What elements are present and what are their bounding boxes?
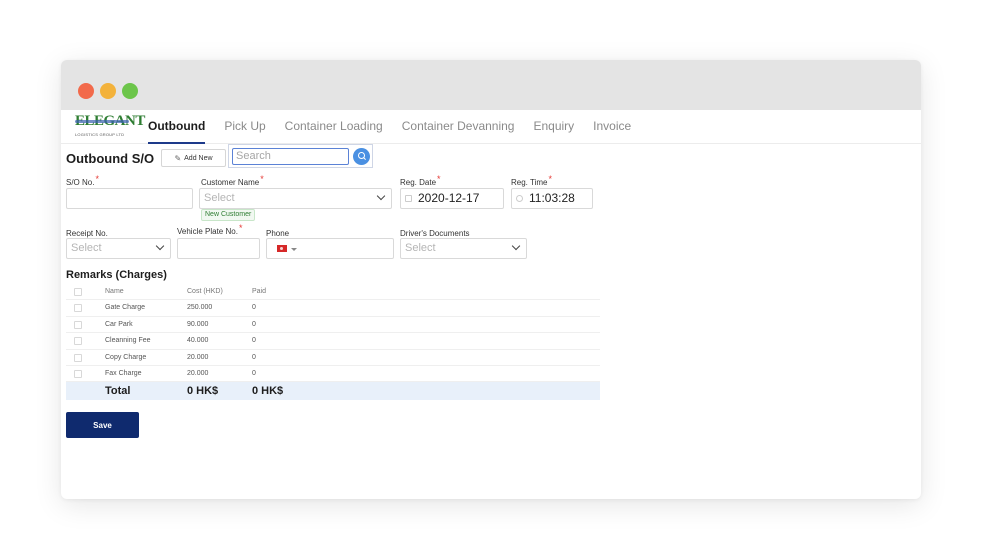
charge-paid: 0 (252, 353, 256, 361)
column-header-cost: Cost (HKD) (187, 288, 223, 295)
total-label: Total (105, 385, 131, 398)
top-navbar: ELEGANT LOGISTICS GROUP LTD Outbound Pic… (61, 110, 921, 144)
table-total-row: Total 0 HK$ 0 HK$ (66, 382, 600, 401)
table-row: Gate Charge 250.000 0 (66, 300, 600, 317)
charge-cost: 20.000 (187, 369, 209, 377)
required-mark: * (95, 174, 99, 184)
maximize-window-button[interactable] (122, 83, 138, 99)
chevron-down-icon (155, 241, 165, 251)
charge-cost: 90.000 (187, 320, 209, 328)
total-cost: 0 HK$ (187, 385, 219, 398)
receipt-no-select[interactable]: Select (66, 238, 171, 259)
row-checkbox[interactable] (74, 353, 82, 362)
chevron-down-icon (511, 241, 521, 251)
column-header-name: Name (105, 288, 124, 295)
charge-cost: 40.000 (187, 337, 209, 345)
table-row: Car Park 90.000 0 (66, 317, 600, 334)
clock-icon (516, 194, 523, 202)
total-paid: 0 HK$ (252, 385, 284, 398)
charge-name: Gate Charge (105, 304, 146, 312)
required-mark: * (260, 174, 264, 184)
add-new-button[interactable]: ✎ Add New (161, 149, 226, 167)
search-box: Search (228, 144, 373, 168)
reg-date-picker[interactable]: 2020-12-17 (400, 188, 504, 209)
vehicle-plate-input[interactable] (177, 238, 260, 259)
tab-container-devanning[interactable]: Container Devanning (402, 119, 515, 144)
company-logo[interactable]: ELEGANT LOGISTICS GROUP LTD (75, 114, 145, 139)
close-window-button[interactable] (78, 83, 94, 99)
charge-name: Car Park (105, 320, 133, 328)
window-titlebar (61, 60, 921, 110)
column-header-paid: Paid (252, 288, 267, 295)
new-customer-link[interactable]: New Customer (201, 209, 256, 221)
table-row: Fax Charge 20.000 0 (66, 366, 600, 383)
customer-name-label: Customer Name* (201, 174, 264, 187)
tab-enquiry[interactable]: Enquiry (533, 119, 574, 144)
page-title: Outbound S/O (66, 151, 155, 166)
drivers-documents-select[interactable]: Select (400, 238, 527, 259)
browser-window: ELEGANT LOGISTICS GROUP LTD Outbound Pic… (61, 60, 921, 499)
nav-tabs: Outbound Pick Up Container Loading Conta… (148, 119, 650, 144)
drivers-documents-label: Driver's Documents (400, 229, 470, 238)
reg-date-value: 2020-12-17 (418, 191, 480, 205)
row-checkbox[interactable] (74, 369, 82, 378)
charge-paid: 0 (252, 337, 256, 345)
reg-time-picker[interactable]: 11:03:28 (511, 188, 593, 209)
logo-subtitle: LOGISTICS GROUP LTD (75, 132, 125, 137)
edit-pen-icon: ✎ (174, 153, 182, 163)
charge-paid: 0 (252, 304, 256, 312)
charge-paid: 0 (252, 320, 256, 328)
required-mark: * (548, 174, 552, 184)
table-header-row: Name Cost (HKD) Paid (66, 284, 600, 301)
customer-name-select[interactable]: Select (199, 188, 392, 209)
caret-down-icon (291, 248, 297, 251)
phone-label: Phone (266, 229, 290, 238)
select-all-checkbox[interactable] (74, 288, 82, 296)
chevron-down-icon (376, 191, 386, 201)
so-no-input[interactable] (66, 188, 193, 209)
charge-paid: 0 (252, 369, 256, 377)
minimize-window-button[interactable] (100, 83, 116, 99)
hong-kong-flag-icon[interactable] (277, 245, 287, 252)
charge-name: Fax Charge (105, 369, 142, 377)
charge-name: Copy Charge (105, 353, 147, 361)
reg-time-value: 11:03:28 (529, 191, 575, 205)
tab-container-loading[interactable]: Container Loading (285, 119, 383, 144)
customer-name-label-text: Customer Name (201, 178, 260, 187)
remarks-section-title: Remarks (Charges) (66, 269, 167, 281)
receipt-no-label: Receipt No. (66, 229, 108, 238)
table-row: Cleanning Fee 40.000 0 (66, 333, 600, 350)
vehicle-plate-label-text: Vehicle Plate No. (177, 227, 238, 236)
charge-name: Cleanning Fee (105, 337, 151, 345)
search-icon[interactable] (353, 148, 370, 165)
tab-pick-up[interactable]: Pick Up (224, 119, 265, 144)
calendar-icon (405, 194, 412, 202)
row-checkbox[interactable] (74, 320, 82, 329)
required-mark: * (238, 223, 243, 233)
tab-outbound[interactable]: Outbound (148, 119, 206, 144)
vehicle-plate-label: Vehicle Plate No.* (177, 223, 243, 236)
phone-input[interactable] (266, 238, 394, 259)
row-checkbox[interactable] (74, 337, 82, 346)
add-new-label: Add New (184, 154, 213, 162)
logo-swoosh (75, 120, 129, 123)
so-no-label-text: S/O No. (66, 178, 95, 187)
reg-date-label: Reg. Date* (400, 174, 441, 187)
required-mark: * (437, 174, 441, 184)
drivers-documents-placeholder: Select (405, 242, 436, 254)
reg-time-label-text: Reg. Time (511, 178, 548, 187)
charge-cost: 250.000 (187, 304, 213, 312)
charges-table: Name Cost (HKD) Paid Gate Charge 250.000… (66, 284, 600, 401)
reg-date-label-text: Reg. Date (400, 178, 437, 187)
save-button[interactable]: Save (66, 412, 139, 438)
search-input[interactable]: Search (232, 148, 349, 165)
customer-name-placeholder: Select (204, 192, 235, 204)
table-row: Copy Charge 20.000 0 (66, 350, 600, 366)
row-checkbox[interactable] (74, 304, 82, 313)
receipt-no-placeholder: Select (71, 242, 102, 254)
charge-cost: 20.000 (187, 353, 209, 361)
so-no-label: S/O No.* (66, 174, 99, 187)
reg-time-label: Reg. Time* (511, 174, 552, 187)
tab-invoice[interactable]: Invoice (593, 119, 631, 144)
